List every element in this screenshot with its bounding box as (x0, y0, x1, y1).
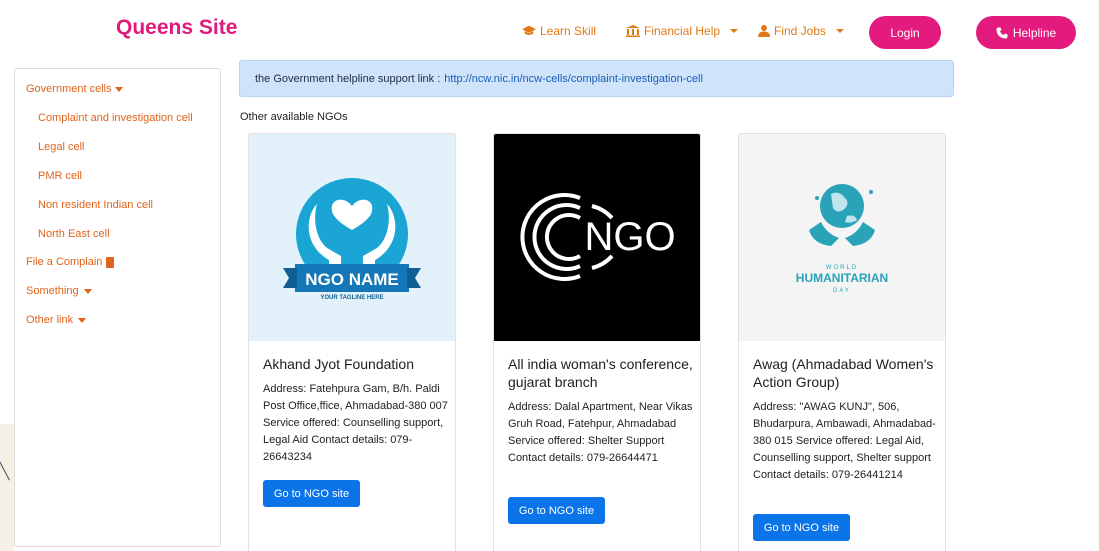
ngo-circle-logo-icon: NGO (520, 193, 676, 281)
caret-down-icon (83, 288, 92, 294)
sidebar-something-label: Something (26, 285, 79, 297)
nav-learn-skill[interactable]: Learn Skill (522, 24, 596, 38)
nav-financial-help-label: Financial Help (644, 24, 721, 38)
background-image-fragment (0, 424, 14, 551)
ngo-card-title: Akhand Jyot Foundation (263, 356, 414, 372)
sidebar-item-north-east[interactable]: North East cell (38, 228, 110, 240)
brand-logo[interactable]: Queens Site (116, 16, 237, 40)
alert-text: the Government helpline support link : (255, 72, 441, 85)
ngo-card-text: Address: Fatehpura Gam, B/h. Paldi Post … (263, 383, 448, 463)
phone-icon (996, 27, 1008, 38)
sidebar-government-cells[interactable]: Government cells (26, 83, 123, 95)
helpline-button[interactable]: Helpline (976, 16, 1076, 49)
go-to-ngo-site-button[interactable]: Go to NGO site (753, 514, 850, 541)
ngo-card: WORLD HUMANITARIAN DAY Awag (Ahmadabad W… (738, 133, 946, 551)
alert-link[interactable]: http://ncw.nic.in/ncw-cells/complaint-in… (444, 73, 703, 85)
nav-find-jobs-label: Find Jobs (774, 24, 827, 38)
sidebar-other-link[interactable]: Other link (26, 314, 87, 326)
ngo-logo-image: WORLD HUMANITARIAN DAY (739, 134, 945, 341)
section-title: Other available NGOs (240, 111, 348, 123)
sidebar-something[interactable]: Something (26, 285, 92, 297)
sidebar-file-complain-label: File a Complain (26, 256, 103, 268)
sidebar-item-complaint[interactable]: Complaint and investigation cell (38, 112, 193, 124)
file-icon (106, 256, 115, 268)
ngo-card-text: Address: "AWAG KUNJ", 506, Bhudarpura, A… (753, 401, 936, 481)
bank-icon (626, 25, 640, 37)
login-button[interactable]: Login (869, 16, 941, 49)
ngo-card: NGO NAME YOUR TAGLINE HERE Akhand Jyot F… (248, 133, 456, 551)
helpline-alert: the Government helpline support link : h… (239, 60, 954, 97)
ngo-logo-image: NGO (494, 134, 700, 341)
sidebar-item-pmr[interactable]: PMR cell (38, 170, 82, 182)
ngo-card-3-logo-bottom: DAY (833, 288, 851, 294)
ngo-card: NGO All india woman's conference, gujara… (493, 133, 701, 551)
ngo-card-1-logo-tagline: YOUR TAGLINE HERE (320, 295, 383, 301)
caret-down-icon (78, 317, 87, 323)
go-to-ngo-site-button[interactable]: Go to NGO site (508, 497, 605, 524)
caret-down-icon (114, 86, 123, 92)
ngo-logo-image: NGO NAME YOUR TAGLINE HERE (249, 134, 455, 341)
hands-heart-icon: NGO NAME YOUR TAGLINE HERE (283, 178, 421, 301)
nav-learn-skill-label: Learn Skill (540, 24, 597, 38)
ngo-card-title: Awag (Ahmadabad Women's Action Group) (753, 356, 934, 390)
user-tie-icon (758, 25, 770, 37)
nav-find-jobs[interactable]: Find Jobs (758, 24, 845, 38)
ngo-card-3-logo-main: HUMANITARIAN (796, 271, 888, 285)
go-to-ngo-site-button[interactable]: Go to NGO site (263, 480, 360, 507)
ngo-card-title: All india woman's conference, gujarat br… (508, 356, 693, 390)
helpline-label: Helpline (1012, 25, 1057, 40)
chevron-down-icon (836, 29, 845, 33)
ngo-card-1-logo-main: NGO NAME (305, 270, 399, 289)
ngo-card-text: Address: Dalal Apartment, Near Vikas Gru… (508, 401, 693, 464)
globe-hands-icon: WORLD HUMANITARIAN DAY (796, 184, 888, 294)
nav-financial-help[interactable]: Financial Help (626, 24, 739, 38)
graduation-cap-icon (522, 25, 536, 35)
sidebar-other-link-label: Other link (26, 314, 74, 326)
navbar: Queens Site Learn Skill Financial Help F… (0, 0, 1099, 62)
sidebar-item-nri[interactable]: Non resident Indian cell (38, 199, 153, 211)
sidebar-government-cells-label: Government cells (26, 83, 112, 95)
sidebar-item-legal[interactable]: Legal cell (38, 141, 84, 153)
ngo-card-2-logo-main: NGO (584, 215, 675, 259)
sidebar-file-complain[interactable]: File a Complain (26, 256, 115, 268)
chevron-down-icon (730, 29, 739, 33)
sidebar: Government cells Complaint and investiga… (14, 68, 221, 547)
